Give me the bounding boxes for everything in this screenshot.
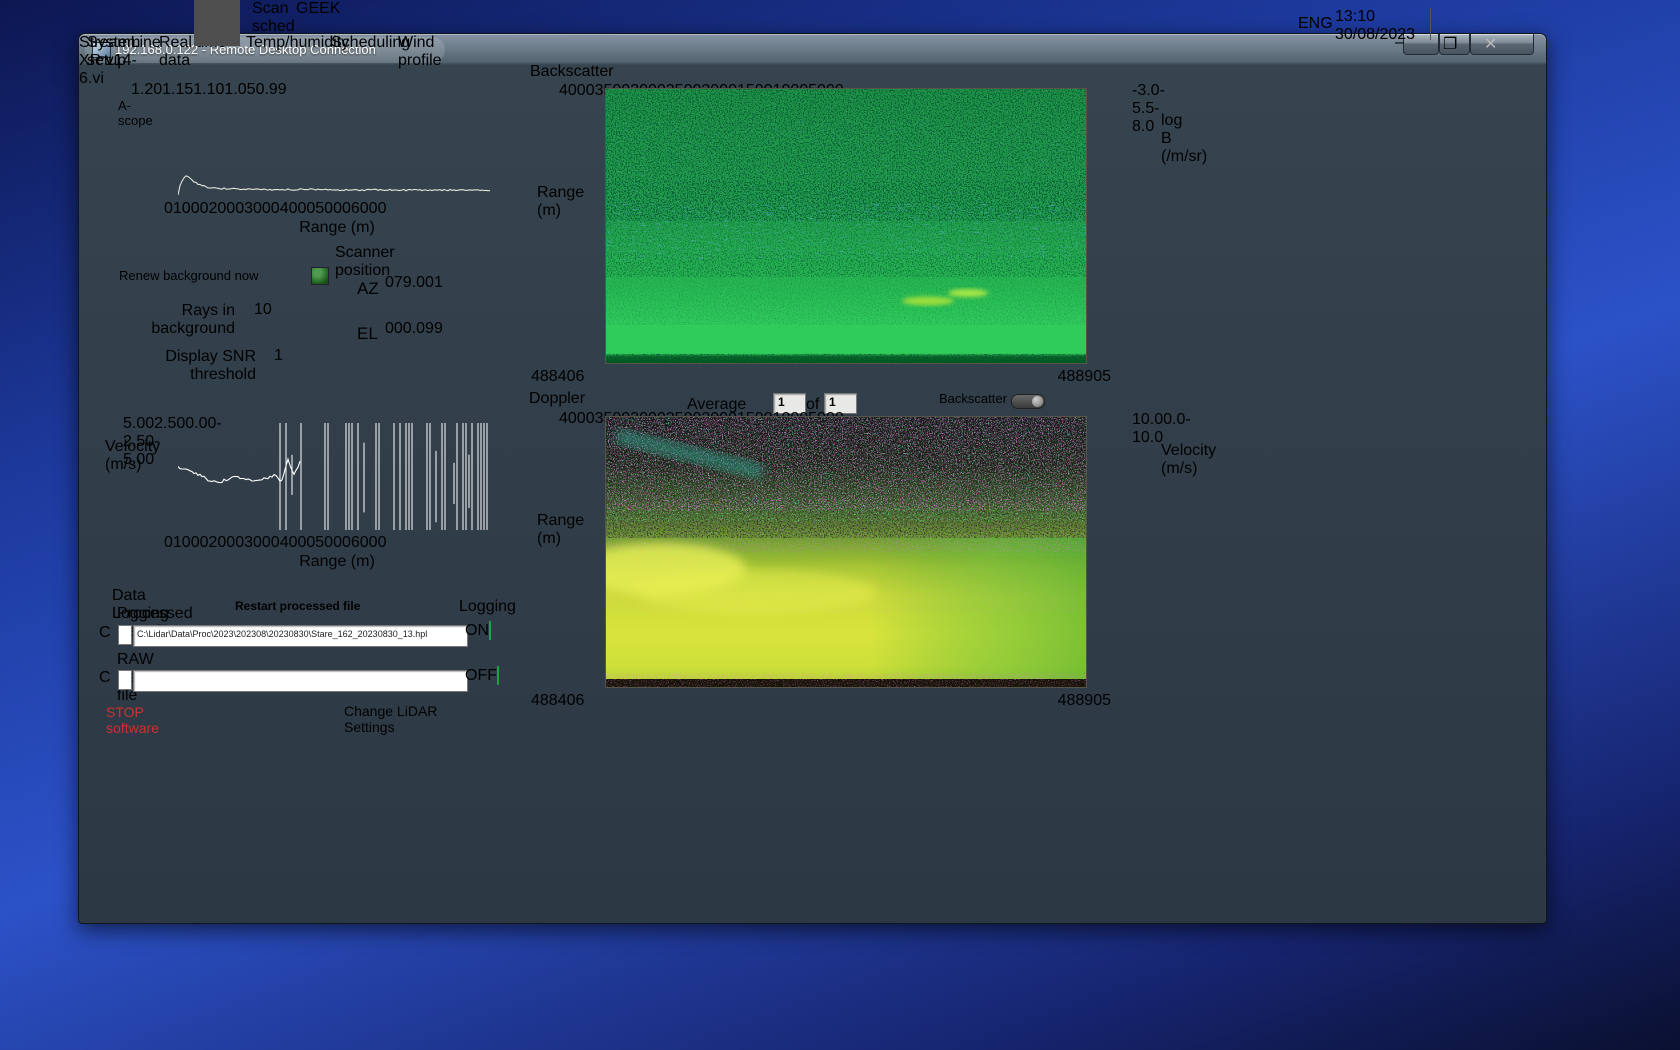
processed-browse-icon[interactable] xyxy=(118,625,132,645)
active-app-slot[interactable] xyxy=(194,0,240,46)
ascope-plot xyxy=(178,86,491,196)
snr-label: Display SNR threshold xyxy=(165,348,256,383)
velocity-xticks: 0100020003000400050006000 xyxy=(164,534,387,551)
logging-label: Logging xyxy=(459,598,516,615)
velocity-ylabel: Velocity (m/s) xyxy=(105,438,161,473)
rdp-close-button[interactable] xyxy=(1470,34,1534,55)
raw-logging-toggle[interactable]: OFF xyxy=(465,666,501,688)
doppler-colorbar xyxy=(1101,411,1125,560)
snr-value-field[interactable]: 1 xyxy=(274,347,316,365)
backscatter-toggle-label: Backscatter xyxy=(939,391,1007,406)
doppler-x-start: 488406 xyxy=(531,692,585,709)
ascope-yticks: 1.201.151.101.050.99 xyxy=(131,81,287,98)
stop-software-button[interactable]: STOP software xyxy=(106,697,205,747)
el-label: EL xyxy=(357,324,378,343)
ascope-trace xyxy=(178,175,490,196)
processed-drive-selector[interactable]: C xyxy=(99,624,114,642)
ascope-xlabel: Range (m) xyxy=(299,219,375,236)
restart-processed-button[interactable]: Restart processed file xyxy=(235,595,371,618)
backscatter-x-start: 488406 xyxy=(531,368,585,385)
renew-background-button[interactable]: Renew background now xyxy=(119,260,305,292)
doppler-image xyxy=(576,417,1086,687)
doppler-yticks: 40003500300025002000150010005000 xyxy=(559,410,844,427)
ascope-xticks: 0100020003000400050006000 xyxy=(164,200,387,217)
velocity-xlabel: Range (m) xyxy=(299,553,375,570)
velocity-yticks: 5.002.500.00-2.50-5.00 xyxy=(123,415,222,468)
rdp-window: 192.168.0.122 - Remote Desktop Connectio… xyxy=(78,33,1547,924)
backscatter-yticks: 40003500300025002000150010005000 xyxy=(559,82,844,99)
toggle-knob xyxy=(1032,396,1043,407)
rays-label: Rays in background xyxy=(151,302,235,337)
el-value-field[interactable]: 000.099 xyxy=(385,320,471,342)
backscatter-colorbar xyxy=(1101,82,1125,230)
app-close-button[interactable]: ✕ xyxy=(1484,34,1497,54)
backscatter-colorbar-label: log B (/m/sr) xyxy=(1161,112,1208,165)
on-led xyxy=(489,621,491,640)
taskbar-divider xyxy=(1430,8,1431,40)
renew-led xyxy=(311,267,329,285)
tab-scheduling[interactable]: Scheduling xyxy=(331,34,410,52)
taskbar-clock[interactable]: 13:10 30/08/2023 xyxy=(1335,8,1415,44)
doppler-ylabel: Range (m) xyxy=(537,512,585,547)
processed-logging-toggle[interactable]: ON xyxy=(465,621,501,643)
tab-temp-humidity[interactable]: Temp/humidity xyxy=(246,34,349,52)
az-label: AZ xyxy=(357,279,379,298)
off-led xyxy=(497,666,499,685)
backscatter-title: Backscatter xyxy=(530,63,614,80)
change-lidar-settings-button[interactable]: Change LiDAR Settings xyxy=(344,697,459,746)
rays-value-field[interactable]: 10 xyxy=(254,301,278,318)
doppler-x-end: 488905 xyxy=(1057,692,1111,709)
velocity-plot xyxy=(178,423,491,530)
backscatter-image xyxy=(606,89,1086,363)
raw-drive-selector[interactable]: C xyxy=(99,669,114,687)
backscatter-toggle[interactable] xyxy=(1011,394,1045,409)
velocity-trace xyxy=(178,423,488,530)
doppler-heatmap xyxy=(576,416,1087,688)
processed-path-field[interactable]: C:\Lidar\Data\Proc\2023\202308\20230830\… xyxy=(133,625,468,647)
scan-scheduler-icon[interactable]: Scan sched xyxy=(252,0,295,36)
geek-editor-icon[interactable]: GEEK xyxy=(296,0,340,18)
backscatter-ylabel: Range (m) xyxy=(537,184,585,219)
app-restore-button[interactable]: ❐ xyxy=(1443,34,1457,54)
backscatter-heatmap xyxy=(605,88,1087,364)
az-value-field[interactable]: 079.001 xyxy=(385,274,471,296)
tab-wind-profile[interactable]: Wind profile xyxy=(398,34,471,70)
raw-path-field[interactable] xyxy=(133,670,468,692)
language-indicator[interactable]: ENG xyxy=(1298,15,1333,33)
doppler-colorbar-label: Velocity (m/s) xyxy=(1161,442,1217,477)
start-button-icon[interactable] xyxy=(20,0,42,22)
raw-browse-icon[interactable] xyxy=(118,670,132,690)
doppler-title: Doppler xyxy=(529,390,586,407)
tab-system-setup[interactable]: System setup xyxy=(87,34,158,70)
backscatter-x-end: 488905 xyxy=(1057,368,1111,385)
